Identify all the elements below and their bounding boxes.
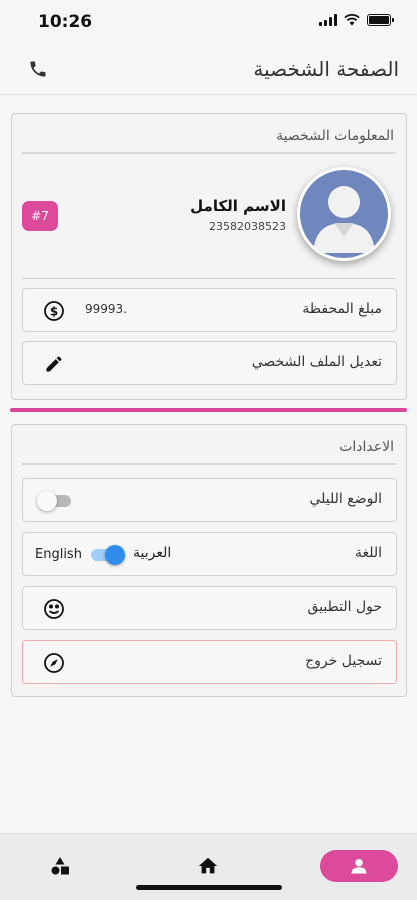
call-button[interactable] [22, 53, 54, 85]
compass-icon [43, 652, 65, 674]
section-divider [22, 152, 396, 154]
wallet-value: 99993. [85, 302, 127, 316]
wifi-icon [344, 14, 360, 26]
home-icon [198, 857, 218, 874]
language-option-english[interactable]: English [35, 547, 82, 562]
about-app-row[interactable]: حول التطبيق [22, 586, 397, 630]
accent-divider [10, 408, 407, 412]
app-bar: الصفحة الشخصية [0, 48, 417, 95]
app-info-icon [43, 598, 65, 620]
avatar[interactable] [297, 167, 391, 261]
language-row: اللغة العربية English [22, 532, 397, 576]
language-label: اللغة [354, 545, 382, 561]
settings-card: الاعدادات الوضع الليلي اللغة العربية Eng… [11, 424, 407, 697]
section-divider [22, 463, 396, 465]
level-badge-text: #7 [31, 209, 49, 223]
edit-profile-label: تعديل الملف الشخصي [251, 354, 382, 370]
status-time: 10:26 [38, 12, 93, 32]
person-icon [351, 858, 367, 874]
user-silhouette-icon [313, 186, 375, 253]
nav-home[interactable] [186, 850, 230, 882]
logout-label: تسجيل خروج [305, 653, 382, 669]
settings-heading: الاعدادات [339, 439, 394, 455]
level-badge: #7 [22, 201, 58, 231]
svg-text:$: $ [50, 305, 58, 319]
night-mode-row: الوضع الليلي [22, 478, 397, 522]
dollar-circle-icon: $ [43, 300, 65, 322]
battery-icon [367, 14, 394, 26]
home-indicator [136, 885, 282, 890]
night-mode-toggle[interactable] [37, 491, 73, 511]
status-bar: 10:26 [0, 0, 417, 48]
personal-info-card: المعلومات الشخصية الاسم الكامل 235820385… [11, 113, 407, 400]
night-mode-label: الوضع الليلي [309, 491, 383, 507]
profile-name: الاسم الكامل [190, 197, 286, 215]
edit-profile-row[interactable]: تعديل الملف الشخصي [22, 341, 397, 385]
nav-categories[interactable] [38, 850, 82, 882]
pencil-icon [43, 353, 65, 375]
profile-number: 23582038523 [209, 220, 286, 233]
phone-icon [30, 61, 46, 77]
nav-profile[interactable] [320, 850, 398, 882]
language-option-arabic[interactable]: العربية [133, 545, 171, 561]
personal-info-heading: المعلومات الشخصية [276, 128, 394, 144]
logout-row[interactable]: تسجيل خروج [22, 640, 397, 684]
language-toggle[interactable] [89, 545, 125, 565]
page-title: الصفحة الشخصية [253, 57, 399, 81]
status-icons [319, 14, 394, 26]
shapes-icon [51, 857, 69, 875]
wallet-label: مبلغ المحفظة [302, 301, 382, 317]
wallet-row[interactable]: مبلغ المحفظة $ 99993. [22, 288, 397, 332]
profile-divider [22, 278, 396, 279]
signal-icon [319, 14, 337, 26]
about-app-label: حول التطبيق [307, 599, 383, 615]
